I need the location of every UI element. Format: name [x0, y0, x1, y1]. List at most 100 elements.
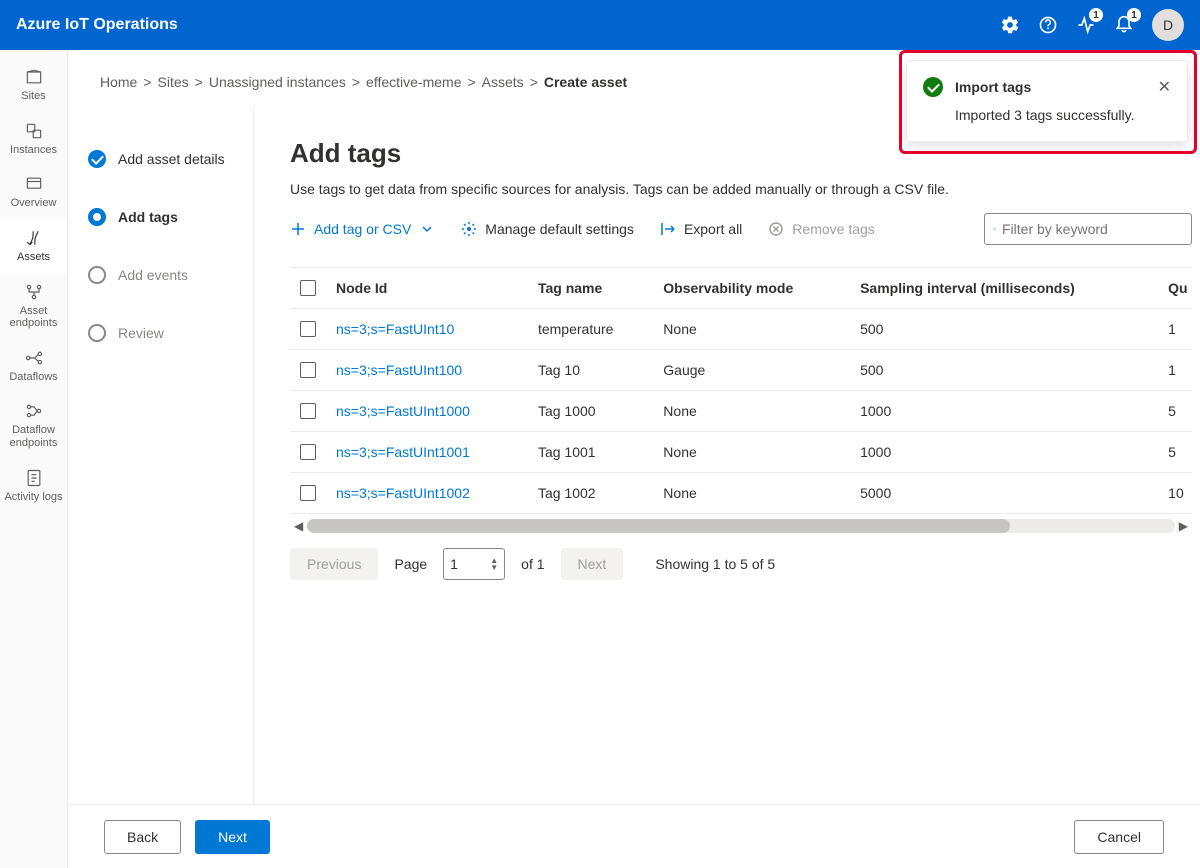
- table-row[interactable]: ns=3;s=FastUInt1002Tag 1002None500010: [290, 473, 1192, 514]
- filter-input-wrapper[interactable]: [984, 213, 1192, 245]
- app-title: Azure IoT Operations: [16, 16, 178, 34]
- chevron-down-icon: [419, 221, 435, 237]
- showing-text: Showing 1 to 5 of 5: [655, 556, 775, 572]
- diagnostics-icon[interactable]: 1: [1076, 15, 1096, 35]
- step-add-events[interactable]: Add events: [74, 256, 243, 294]
- rail-dataflow-endpoints[interactable]: Dataflow endpoints: [0, 392, 67, 458]
- scroll-right-icon[interactable]: ▶: [1175, 519, 1192, 533]
- table-row[interactable]: ns=3;s=FastUInt1000Tag 1000None10005: [290, 391, 1192, 432]
- success-icon: [923, 77, 943, 97]
- cell-interval: 1000: [850, 391, 1158, 432]
- add-tag-button[interactable]: Add tag or CSV: [290, 221, 435, 237]
- cell-observability: Gauge: [653, 350, 850, 391]
- step-asset-details[interactable]: Add asset details: [74, 140, 243, 178]
- scroll-left-icon[interactable]: ◀: [290, 519, 307, 533]
- cell-node-id[interactable]: ns=3;s=FastUInt10: [326, 309, 528, 350]
- crumb-instance[interactable]: effective-meme: [366, 74, 461, 90]
- col-sampling-interval[interactable]: Sampling interval (milliseconds): [850, 268, 1158, 309]
- filter-input[interactable]: [1002, 221, 1183, 237]
- row-checkbox[interactable]: [300, 321, 316, 337]
- row-checkbox[interactable]: [300, 362, 316, 378]
- col-node-id[interactable]: Node Id: [326, 268, 528, 309]
- cell-tag-name: Tag 1000: [528, 391, 653, 432]
- rail-asset-endpoints[interactable]: Asset endpoints: [0, 273, 67, 339]
- export-all-button[interactable]: Export all: [660, 221, 742, 237]
- import-toast: Import tags ✕ Imported 3 tags successful…: [906, 60, 1188, 142]
- search-icon: [993, 221, 996, 237]
- cell-node-id[interactable]: ns=3;s=FastUInt1002: [326, 473, 528, 514]
- help-icon[interactable]: [1038, 15, 1058, 35]
- toast-message: Imported 3 tags successfully.: [923, 107, 1171, 123]
- page-label: Page: [394, 556, 427, 572]
- row-checkbox[interactable]: [300, 485, 316, 501]
- cancel-button[interactable]: Cancel: [1074, 820, 1164, 854]
- notifications-badge: 1: [1127, 8, 1141, 22]
- cell-tag-name: Tag 1002: [528, 473, 653, 514]
- cell-node-id[interactable]: ns=3;s=FastUInt1001: [326, 432, 528, 473]
- page-description: Use tags to get data from specific sourc…: [290, 181, 1192, 197]
- horizontal-scrollbar[interactable]: ◀ ▶: [290, 518, 1192, 534]
- tags-table: Node Id Tag name Observability mode Samp…: [290, 268, 1192, 514]
- cell-interval: 500: [850, 309, 1158, 350]
- cell-node-id[interactable]: ns=3;s=FastUInt100: [326, 350, 528, 391]
- col-observability[interactable]: Observability mode: [653, 268, 850, 309]
- row-checkbox[interactable]: [300, 444, 316, 460]
- table-row[interactable]: ns=3;s=FastUInt1001Tag 1001None10005: [290, 432, 1192, 473]
- cell-tag-name: Tag 1001: [528, 432, 653, 473]
- remove-tags-button: Remove tags: [768, 221, 874, 237]
- crumb-assets[interactable]: Assets: [482, 74, 524, 90]
- toolbar: Add tag or CSV Manage default settings E…: [290, 213, 1192, 245]
- rail-activity-logs[interactable]: Activity logs: [0, 459, 67, 513]
- avatar[interactable]: D: [1152, 9, 1184, 41]
- cell-observability: None: [653, 309, 850, 350]
- rail-overview[interactable]: Overview: [0, 165, 67, 219]
- step-review[interactable]: Review: [74, 314, 243, 352]
- cell-queue: 10: [1158, 473, 1192, 514]
- row-checkbox[interactable]: [300, 403, 316, 419]
- table-row[interactable]: ns=3;s=FastUInt10temperatureNone5001: [290, 309, 1192, 350]
- nav-rail: Sites Instances Overview Assets Asset en…: [0, 50, 68, 868]
- cell-observability: None: [653, 391, 850, 432]
- diagnostics-badge: 1: [1089, 8, 1103, 22]
- cell-node-id[interactable]: ns=3;s=FastUInt1000: [326, 391, 528, 432]
- notifications-icon[interactable]: 1: [1114, 15, 1134, 35]
- cell-queue: 1: [1158, 309, 1192, 350]
- page-of: of 1: [521, 556, 544, 572]
- cell-interval: 1000: [850, 432, 1158, 473]
- page-spinner[interactable]: ▲▼: [490, 557, 498, 571]
- rail-sites[interactable]: Sites: [0, 58, 67, 112]
- toast-title: Import tags: [955, 79, 1146, 95]
- col-queue[interactable]: Qu: [1158, 268, 1192, 309]
- col-tag-name[interactable]: Tag name: [528, 268, 653, 309]
- cell-queue: 5: [1158, 432, 1192, 473]
- cell-observability: None: [653, 473, 850, 514]
- rail-dataflows[interactable]: Dataflows: [0, 339, 67, 393]
- cell-interval: 5000: [850, 473, 1158, 514]
- manage-settings-button[interactable]: Manage default settings: [461, 221, 634, 237]
- wizard-footer: Back Next Cancel: [68, 804, 1200, 868]
- table-row[interactable]: ns=3;s=FastUInt100Tag 10Gauge5001: [290, 350, 1192, 391]
- rail-instances[interactable]: Instances: [0, 112, 67, 166]
- cell-tag-name: temperature: [528, 309, 653, 350]
- page-number-input[interactable]: 1 ▲▼: [443, 548, 505, 580]
- cell-queue: 1: [1158, 350, 1192, 391]
- crumb-sites[interactable]: Sites: [158, 74, 189, 90]
- cell-interval: 500: [850, 350, 1158, 391]
- back-button[interactable]: Back: [104, 820, 181, 854]
- cell-tag-name: Tag 10: [528, 350, 653, 391]
- crumb-current: Create asset: [544, 74, 627, 90]
- prev-page-button: Previous: [290, 548, 378, 580]
- cell-observability: None: [653, 432, 850, 473]
- pagination: Previous Page 1 ▲▼ of 1 Next Showing 1 t…: [290, 548, 1192, 580]
- crumb-unassigned[interactable]: Unassigned instances: [209, 74, 346, 90]
- settings-icon[interactable]: [1000, 15, 1020, 35]
- next-page-button: Next: [561, 548, 624, 580]
- wizard-steps: Add asset details Add tags Add events Re…: [68, 108, 254, 804]
- rail-assets[interactable]: Assets: [0, 219, 67, 273]
- crumb-home[interactable]: Home: [100, 74, 137, 90]
- toast-close-button[interactable]: ✕: [1158, 77, 1171, 97]
- page-title: Add tags: [290, 138, 1192, 169]
- select-all-checkbox[interactable]: [300, 280, 316, 296]
- step-add-tags[interactable]: Add tags: [74, 198, 243, 236]
- next-button[interactable]: Next: [195, 820, 270, 854]
